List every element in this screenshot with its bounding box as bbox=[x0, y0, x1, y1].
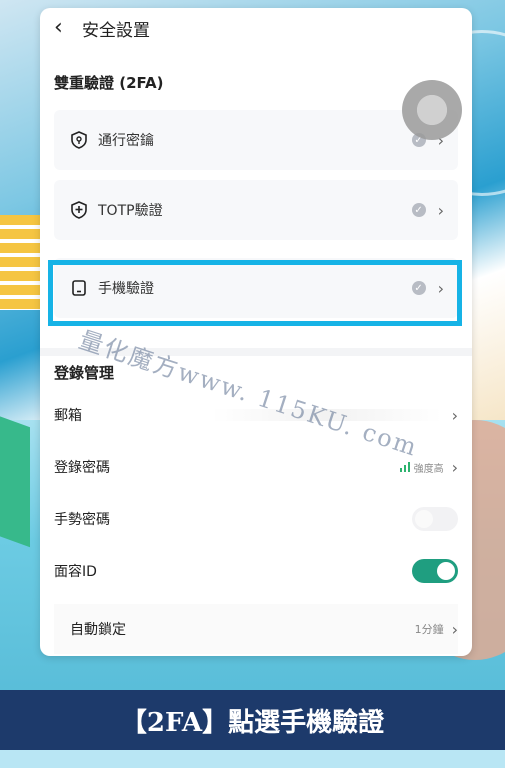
check-icon: ✓ bbox=[411, 203, 426, 217]
auto-lock-row[interactable]: 自動鎖定 1分鐘 › bbox=[54, 604, 458, 654]
totp-label: TOTP驗證 bbox=[98, 203, 163, 219]
login-password-label: 登錄密碼 bbox=[54, 460, 110, 476]
caption-banner: 【2FA】點選手機驗證 bbox=[0, 690, 505, 750]
email-label: 郵箱 bbox=[54, 408, 82, 424]
password-strength: 強度高 bbox=[413, 463, 444, 475]
face-id-toggle[interactable] bbox=[412, 559, 458, 583]
gesture-password-toggle[interactable] bbox=[412, 507, 458, 531]
face-id-row: 面容ID bbox=[54, 546, 458, 596]
face-id-label: 面容ID bbox=[54, 564, 97, 580]
strength-bars-icon bbox=[399, 462, 410, 472]
header: ‹ 安全設置 bbox=[40, 8, 472, 48]
caption-text: 【2FA】點選手機驗證 bbox=[120, 707, 385, 738]
auto-lock-label: 自動鎖定 bbox=[70, 622, 126, 638]
page-title: 安全設置 bbox=[82, 20, 150, 41]
totp-shield-icon bbox=[70, 201, 88, 219]
touch-indicator bbox=[402, 80, 462, 140]
chevron-left-icon[interactable]: ‹ bbox=[54, 17, 76, 39]
bottom-strip bbox=[0, 750, 505, 768]
totp-row[interactable]: TOTP驗證 ✓ › bbox=[54, 180, 458, 240]
passkey-shield-icon bbox=[70, 131, 88, 149]
passkey-label: 通行密鑰 bbox=[98, 133, 154, 149]
chevron-right-icon: › bbox=[437, 200, 444, 220]
chevron-right-icon: › bbox=[451, 457, 458, 477]
highlight-box bbox=[48, 260, 462, 326]
chevron-right-icon: › bbox=[451, 619, 458, 639]
gesture-password-label: 手勢密碼 bbox=[54, 512, 110, 528]
section-title-2fa: 雙重驗證 (2FA) bbox=[54, 74, 164, 92]
passkey-row[interactable]: 通行密鑰 ✓ › bbox=[54, 110, 458, 170]
section-title-login: 登錄管理 bbox=[54, 364, 115, 382]
chevron-right-icon: › bbox=[451, 405, 458, 425]
auto-lock-value: 1分鐘 bbox=[414, 623, 444, 636]
gesture-password-row: 手勢密碼 bbox=[54, 494, 458, 544]
